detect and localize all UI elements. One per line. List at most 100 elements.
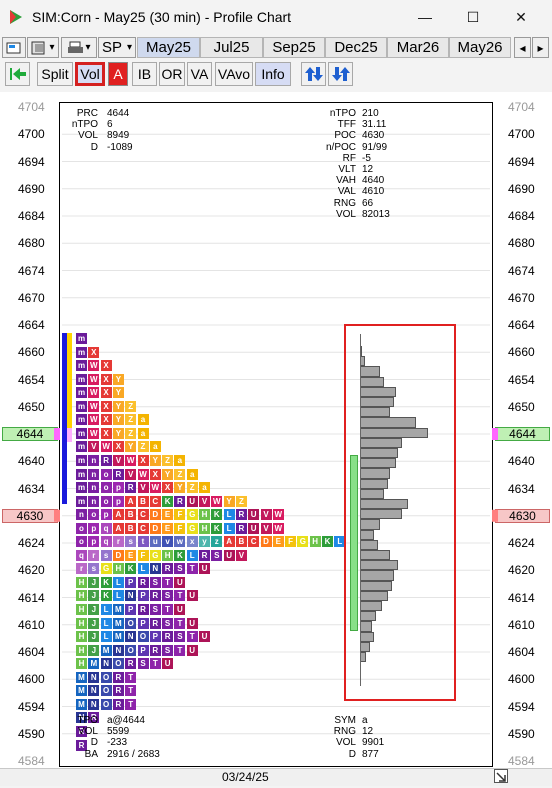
- tpo-block: X: [162, 482, 174, 494]
- tpo-block: O: [125, 617, 137, 629]
- tpo-block: T: [162, 576, 174, 588]
- tpo-block: F: [174, 522, 186, 534]
- tpo-block: N: [125, 590, 137, 602]
- tpo-block: Y: [149, 454, 161, 466]
- tpo-block: E: [162, 509, 174, 521]
- tpo-block: o: [88, 509, 100, 521]
- tpo-block: G: [100, 563, 112, 575]
- tpo-block: A: [223, 536, 235, 548]
- tpo-block: n: [88, 495, 100, 507]
- tpo-block: N: [125, 631, 137, 643]
- tpo-block: T: [125, 671, 137, 683]
- tpo-block: Z: [162, 454, 174, 466]
- tpo-block: S: [137, 658, 149, 670]
- tpo-block: O: [100, 685, 112, 697]
- tpo-block: M: [112, 631, 124, 643]
- tpo-block: w: [174, 536, 186, 548]
- tpo-block: G: [149, 549, 161, 561]
- tpo-block: X: [100, 414, 112, 426]
- tpo-block: N: [149, 563, 161, 575]
- tpo-block: T: [174, 590, 186, 602]
- tpo-block: z: [211, 536, 223, 548]
- tpo-block: U: [199, 631, 210, 643]
- tpo-block: W: [149, 482, 161, 494]
- tpo-block: R: [137, 604, 149, 615]
- tpo-block: U: [186, 617, 198, 629]
- tpo-block: X: [100, 427, 112, 439]
- tpo-block: n: [88, 482, 100, 494]
- tpo-block: T: [186, 563, 198, 575]
- tpo-block: m: [76, 414, 87, 426]
- price-marker: [54, 428, 60, 440]
- tpo-block: K: [211, 522, 223, 534]
- tpo-block: P: [125, 604, 137, 615]
- tpo-block: m: [76, 360, 87, 372]
- tpo-block: P: [137, 617, 149, 629]
- tpo-block: m: [76, 495, 87, 507]
- tpo-block: n: [88, 454, 100, 466]
- tpo-block: o: [100, 468, 112, 480]
- tpo-block: U: [186, 644, 198, 656]
- tpo-block: P: [137, 590, 149, 602]
- info-top-right-values: 210 31.11 4630 91/99 -5 12 4640 4610 66 …: [362, 108, 390, 220]
- tpo-block: x: [186, 536, 198, 548]
- tpo-block: T: [125, 698, 137, 710]
- tpo-block: Z: [125, 400, 137, 412]
- tpo-block: Z: [137, 441, 149, 453]
- tpo-block: E: [162, 522, 174, 534]
- tpo-block: K: [125, 563, 137, 575]
- tpo-block: L: [112, 590, 124, 602]
- tpo-block: q: [100, 536, 112, 548]
- tpo-block: N: [88, 698, 100, 710]
- tpo-block: p: [100, 509, 112, 521]
- session-bar: [67, 333, 72, 441]
- tpo-block: H: [76, 576, 87, 588]
- tpo-block: D: [149, 522, 161, 534]
- tpo-block: a: [149, 441, 161, 453]
- tpo-block: T: [174, 617, 186, 629]
- tpo-block: Y: [112, 414, 124, 426]
- info-top-left-values: 4644 6 8949 -1089: [107, 108, 133, 153]
- tpo-block: a: [137, 427, 149, 439]
- tpo-block: R: [125, 482, 137, 494]
- tpo-block: p: [112, 495, 124, 507]
- tpo-block: o: [100, 495, 112, 507]
- tpo-block: U: [186, 590, 198, 602]
- tpo-block: X: [100, 387, 112, 399]
- tpo-block: C: [248, 536, 260, 548]
- resize-grip-icon[interactable]: [494, 769, 508, 783]
- tpo-block: M: [76, 685, 87, 697]
- tpo-block: Z: [235, 495, 247, 507]
- tpo-block: R: [235, 522, 247, 534]
- tpo-block: K: [100, 590, 112, 602]
- tpo-block: E: [272, 536, 284, 548]
- tpo-block: L: [100, 604, 112, 615]
- tpo-block: W: [88, 360, 100, 372]
- status-bar: 03/24/25: [0, 768, 552, 786]
- tpo-block: a: [186, 468, 198, 480]
- tpo-block: O: [100, 698, 112, 710]
- tpo-block: W: [88, 414, 100, 426]
- tpo-block: s: [88, 563, 100, 575]
- tpo-block: J: [88, 644, 100, 656]
- tpo-block: p: [112, 482, 124, 494]
- tpo-block: T: [174, 644, 186, 656]
- tpo-block: W: [88, 400, 100, 412]
- tpo-block: R: [125, 658, 137, 670]
- tpo-block: M: [112, 617, 124, 629]
- tpo-block: R: [235, 509, 247, 521]
- tpo-block: Y: [223, 495, 235, 507]
- tpo-block: L: [223, 509, 235, 521]
- tpo-block: O: [100, 671, 112, 683]
- tpo-block: s: [125, 536, 137, 548]
- tpo-block: S: [149, 576, 161, 588]
- tpo-block: M: [88, 658, 100, 670]
- tpo-block: W: [88, 427, 100, 439]
- tpo-block: H: [76, 590, 87, 602]
- tpo-block: W: [88, 387, 100, 399]
- tpo-block: K: [174, 549, 186, 561]
- tpo-block: u: [149, 536, 161, 548]
- tpo-block: D: [112, 549, 124, 561]
- tpo-block: X: [149, 468, 161, 480]
- tpo-block: V: [235, 549, 247, 561]
